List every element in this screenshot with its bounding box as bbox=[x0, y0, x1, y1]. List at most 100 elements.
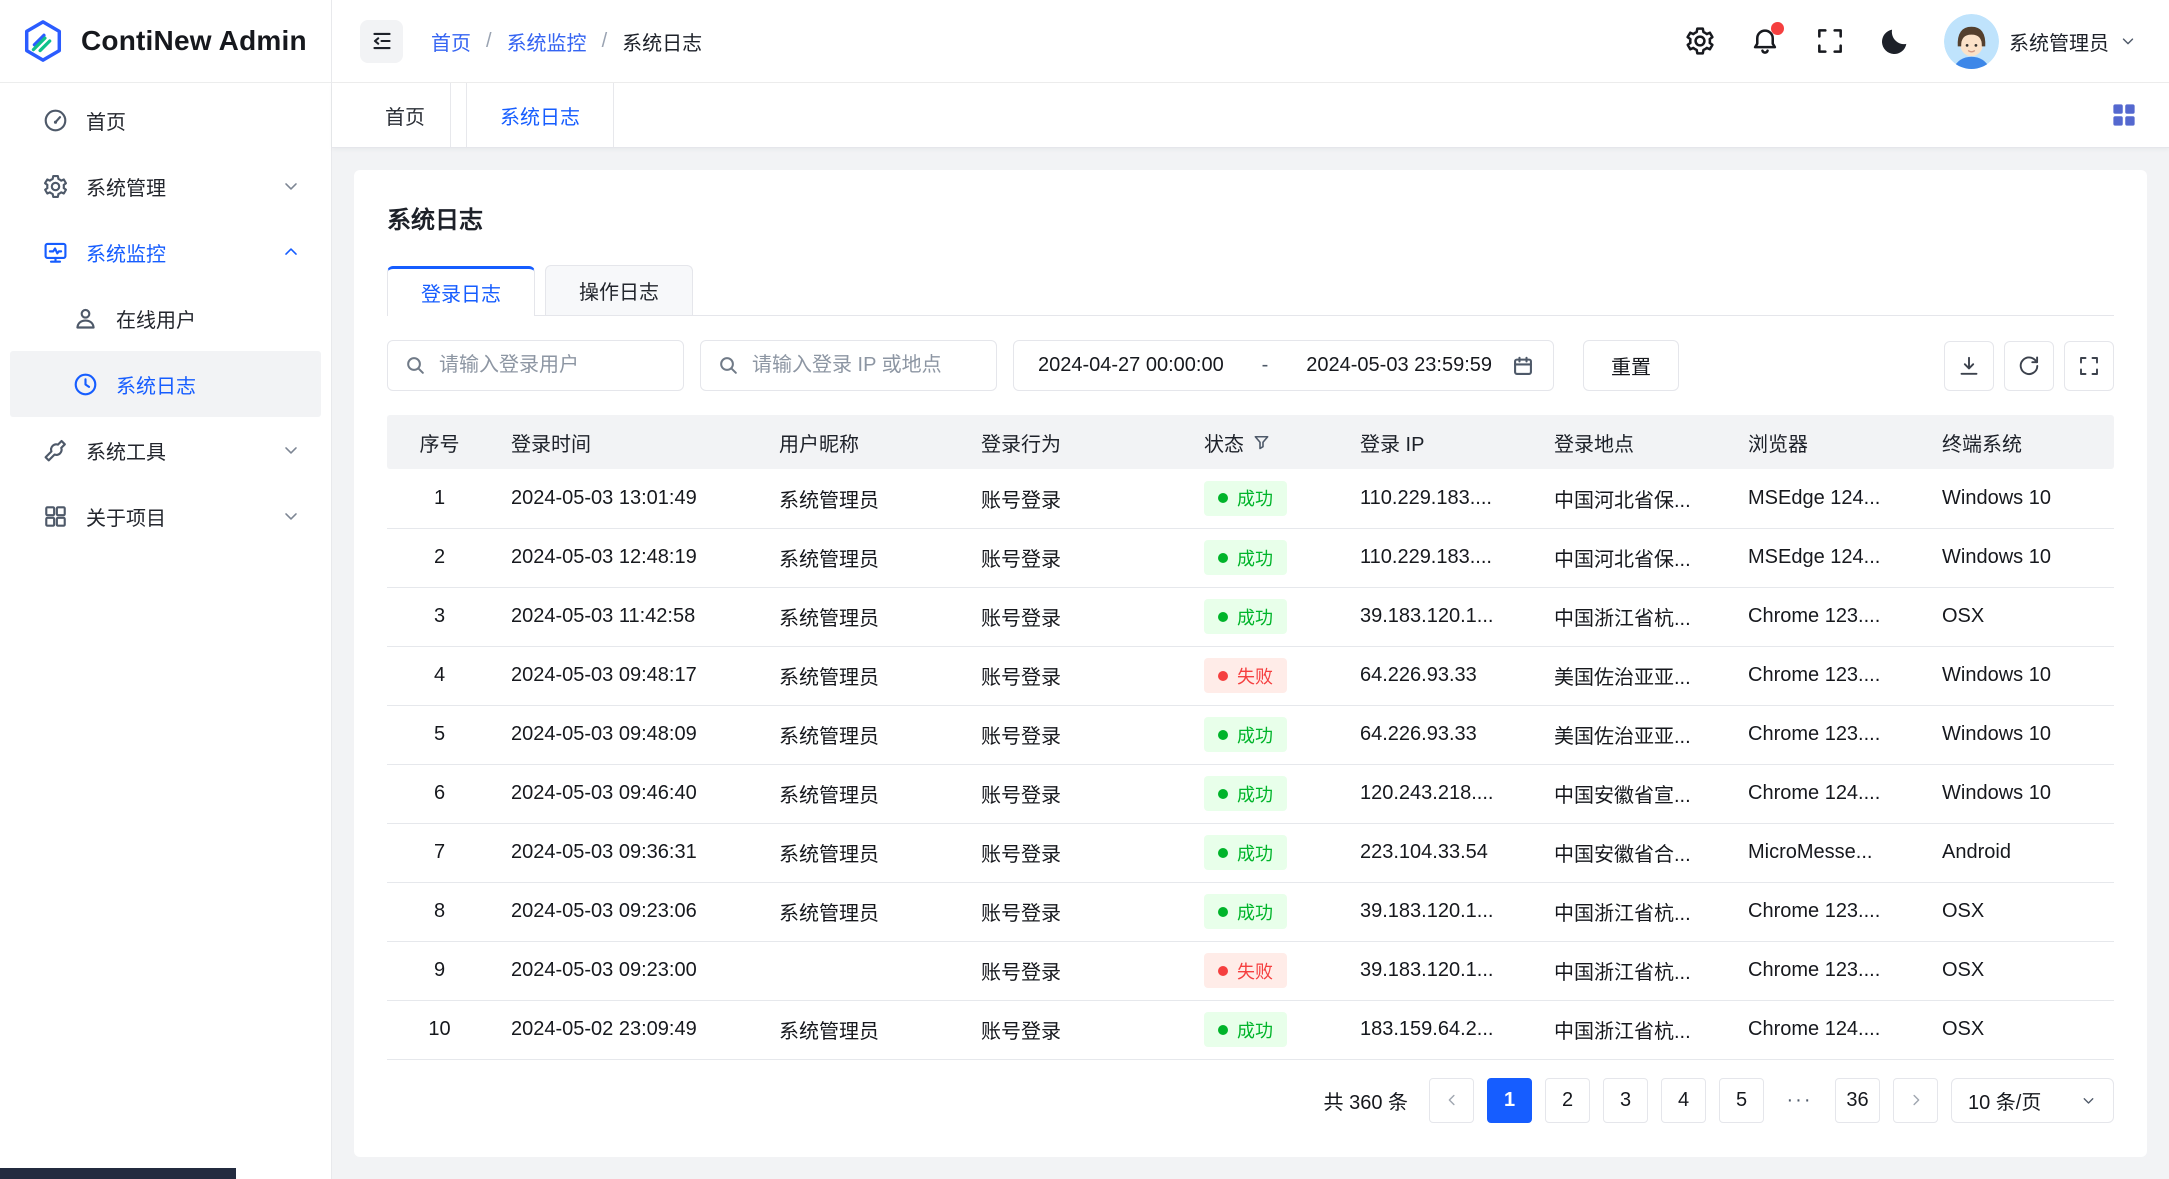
page-button[interactable]: 36 bbox=[1835, 1078, 1880, 1123]
cell-login-time: 2024-05-03 12:48:19 bbox=[492, 528, 760, 587]
sidebar-collapse-button[interactable] bbox=[360, 20, 403, 63]
user-menu[interactable]: 系统管理员 bbox=[1944, 14, 2137, 69]
status-text: 成功 bbox=[1237, 604, 1273, 630]
download-icon bbox=[1957, 354, 1981, 378]
cell-index: 5 bbox=[387, 705, 492, 764]
menu-fold-icon bbox=[369, 28, 395, 54]
table-row: 2 2024-05-03 12:48:19 系统管理员 账号登录 成功 110.… bbox=[387, 528, 2114, 587]
sidebar-item-home[interactable]: 首页 bbox=[0, 87, 331, 153]
log-table-body: 1 2024-05-03 13:01:49 系统管理员 账号登录 成功 110.… bbox=[387, 469, 2114, 1059]
status-badge: 成功 bbox=[1204, 599, 1287, 634]
table-fullscreen-button[interactable] bbox=[2064, 341, 2114, 391]
table-row: 9 2024-05-03 09:23:00 账号登录 失败 39.183.120… bbox=[387, 941, 2114, 1000]
status-text: 成功 bbox=[1237, 545, 1273, 571]
filter-funnel-icon[interactable] bbox=[1253, 434, 1270, 451]
status-badge: 失败 bbox=[1204, 658, 1287, 693]
cell-login-time: 2024-05-03 09:48:09 bbox=[492, 705, 760, 764]
status-badge: 失败 bbox=[1204, 953, 1287, 988]
cell-index: 9 bbox=[387, 941, 492, 1000]
col-location: 登录地点 bbox=[1535, 415, 1729, 469]
sidebar-item-label: 系统工具 bbox=[86, 436, 264, 465]
cell-index: 2 bbox=[387, 528, 492, 587]
notifications-button[interactable] bbox=[1749, 25, 1781, 57]
page-button[interactable]: 5 bbox=[1719, 1078, 1764, 1123]
cell-ip: 64.226.93.33 bbox=[1341, 646, 1535, 705]
page-ellipsis[interactable]: ··· bbox=[1777, 1078, 1822, 1123]
table-row: 3 2024-05-03 11:42:58 系统管理员 账号登录 成功 39.1… bbox=[387, 587, 2114, 646]
apps-grid-icon bbox=[2109, 100, 2139, 130]
cell-ip: 39.183.120.1... bbox=[1341, 941, 1535, 1000]
gear-icon bbox=[42, 173, 69, 200]
dark-mode-button[interactable] bbox=[1879, 25, 1911, 57]
export-button[interactable] bbox=[1944, 341, 1994, 391]
cell-location: 中国浙江省杭... bbox=[1535, 1000, 1729, 1059]
sidebar: ContiNew Admin 首页 系统管理 系统监控 bbox=[0, 0, 332, 1179]
cell-nickname: 系统管理员 bbox=[760, 705, 962, 764]
app-logo-icon bbox=[20, 18, 66, 64]
expand-icon bbox=[2077, 354, 2101, 378]
col-ip: 登录 IP bbox=[1341, 415, 1535, 469]
cell-login-time: 2024-05-03 13:01:49 bbox=[492, 469, 760, 528]
tab-login-log[interactable]: 登录日志 bbox=[387, 266, 535, 316]
cell-browser: Chrome 123.... bbox=[1729, 587, 1923, 646]
cell-index: 6 bbox=[387, 764, 492, 823]
page-button[interactable]: 4 bbox=[1661, 1078, 1706, 1123]
tab-operation-log[interactable]: 操作日志 bbox=[545, 265, 693, 315]
date-range-picker[interactable]: 2024-04-27 00:00:00 - 2024-05-03 23:59:5… bbox=[1013, 340, 1554, 391]
cell-location: 中国河北省保... bbox=[1535, 528, 1729, 587]
fullscreen-button[interactable] bbox=[1814, 25, 1846, 57]
col-browser: 浏览器 bbox=[1729, 415, 1923, 469]
pagination-total: 共 360 条 bbox=[1324, 1086, 1408, 1115]
page-button[interactable]: 1 bbox=[1487, 1078, 1532, 1123]
sidebar-menu: 首页 系统管理 系统监控 在线用户 bbox=[0, 83, 331, 549]
cell-nickname bbox=[760, 941, 962, 1000]
pagination-next-button[interactable] bbox=[1893, 1078, 1938, 1123]
sidebar-item-system-management[interactable]: 系统管理 bbox=[0, 153, 331, 219]
sidebar-item-system-log[interactable]: 系统日志 bbox=[10, 351, 321, 417]
sidebar-item-online-users[interactable]: 在线用户 bbox=[0, 285, 331, 351]
tab-actions-button[interactable] bbox=[2109, 100, 2139, 130]
page-size-select[interactable]: 10 条/页 bbox=[1951, 1078, 2114, 1123]
cell-ip: 110.229.183.... bbox=[1341, 528, 1535, 587]
cell-ip: 110.229.183.... bbox=[1341, 469, 1535, 528]
table-header: 序号 登录时间 用户昵称 登录行为 状态 登录 IP 登录 bbox=[387, 415, 2114, 469]
workspace-tab-system-log[interactable]: 系统日志 bbox=[466, 83, 614, 147]
user-name: 系统管理员 bbox=[2009, 27, 2109, 56]
chevron-down-icon bbox=[281, 440, 301, 460]
table-row: 8 2024-05-03 09:23:06 系统管理员 账号登录 成功 39.1… bbox=[387, 882, 2114, 941]
sidebar-item-label: 首页 bbox=[86, 106, 301, 135]
sidebar-item-system-tools[interactable]: 系统工具 bbox=[0, 417, 331, 483]
login-ip-input[interactable] bbox=[750, 353, 979, 378]
workspace-tab-home[interactable]: 首页 bbox=[360, 83, 451, 147]
refresh-button[interactable] bbox=[2004, 341, 2054, 391]
login-user-input[interactable] bbox=[437, 353, 666, 378]
settings-button[interactable] bbox=[1684, 25, 1716, 57]
status-badge: 成功 bbox=[1204, 540, 1287, 575]
cell-nickname: 系统管理员 bbox=[760, 1000, 962, 1059]
sidebar-item-about-project[interactable]: 关于项目 bbox=[0, 483, 331, 549]
logo-row[interactable]: ContiNew Admin bbox=[0, 0, 331, 83]
status-dot bbox=[1218, 789, 1228, 799]
breadcrumb-item-monitor[interactable]: 系统监控 bbox=[507, 27, 587, 56]
cell-index: 1 bbox=[387, 469, 492, 528]
cell-nickname: 系统管理员 bbox=[760, 646, 962, 705]
cell-os: Windows 10 bbox=[1923, 528, 2114, 587]
breadcrumb-item-home[interactable]: 首页 bbox=[431, 27, 471, 56]
col-os: 终端系统 bbox=[1923, 415, 2114, 469]
cell-browser: Chrome 123.... bbox=[1729, 646, 1923, 705]
pagination-prev-button[interactable] bbox=[1429, 1078, 1474, 1123]
cell-status: 成功 bbox=[1185, 528, 1341, 587]
page-button[interactable]: 2 bbox=[1545, 1078, 1590, 1123]
chevron-left-icon bbox=[1443, 1091, 1461, 1109]
workspace-tabbar: 首页 系统日志 bbox=[332, 83, 2169, 148]
reset-button[interactable]: 重置 bbox=[1583, 340, 1679, 391]
moon-icon bbox=[1879, 25, 1911, 57]
col-index: 序号 bbox=[387, 415, 492, 469]
sidebar-item-system-monitor[interactable]: 系统监控 bbox=[0, 219, 331, 285]
cell-os: Windows 10 bbox=[1923, 705, 2114, 764]
avatar bbox=[1944, 14, 1999, 69]
cell-status: 成功 bbox=[1185, 1000, 1341, 1059]
page-button[interactable]: 3 bbox=[1603, 1078, 1648, 1123]
cell-index: 3 bbox=[387, 587, 492, 646]
cell-location: 中国安徽省合... bbox=[1535, 823, 1729, 882]
